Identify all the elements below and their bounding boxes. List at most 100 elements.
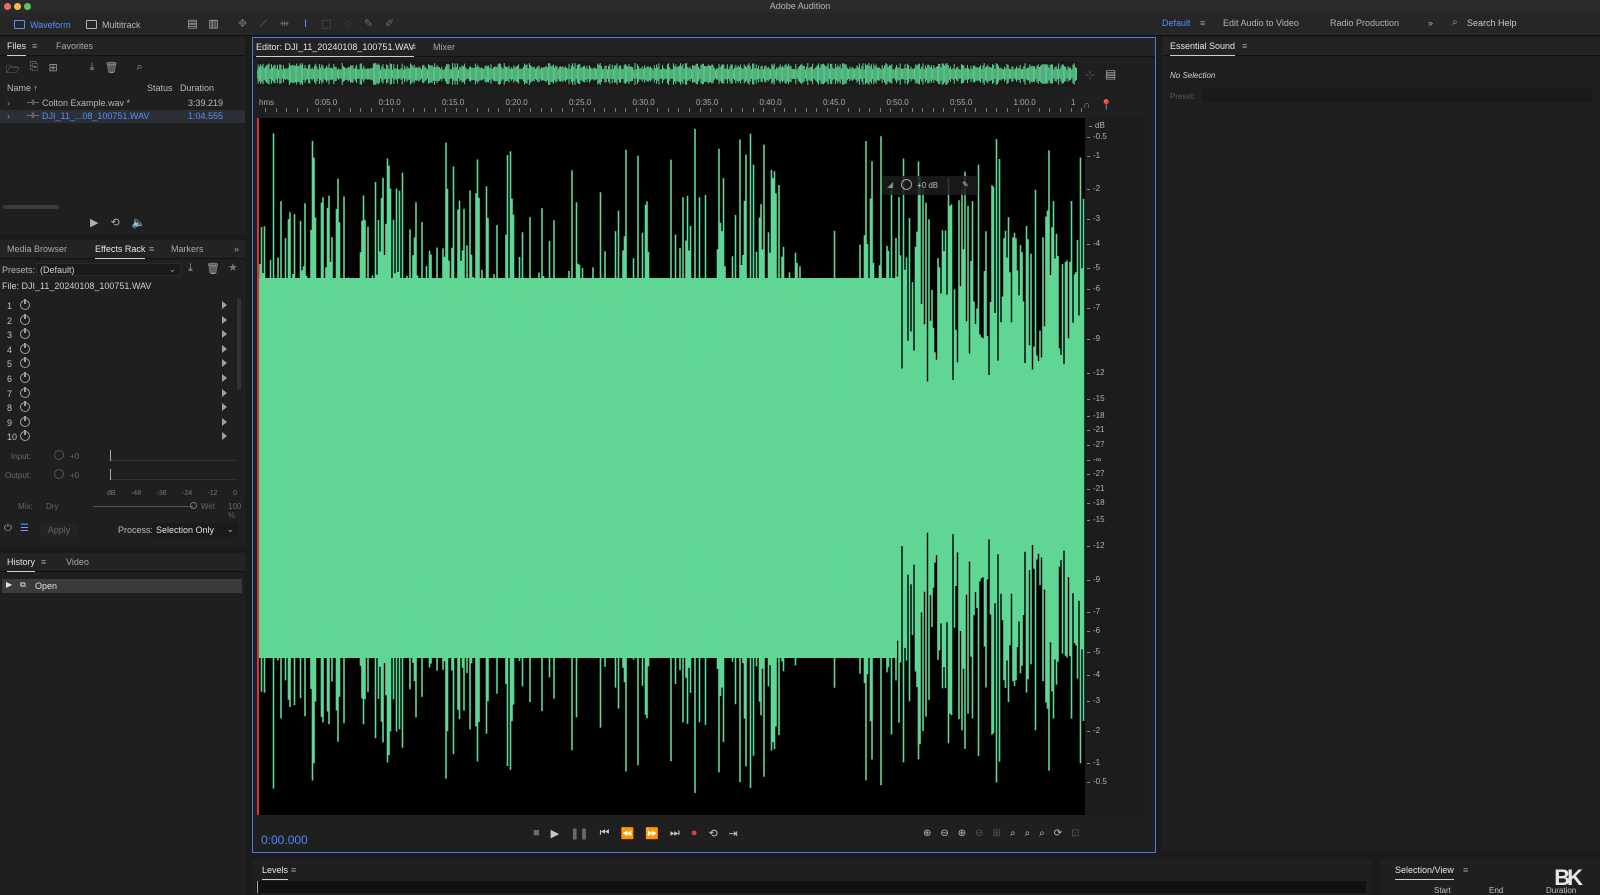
history-item[interactable]: ▶ ⧉ Open xyxy=(2,579,242,593)
zoom-in-time-icon[interactable]: ⊕ xyxy=(958,828,966,839)
file-row[interactable]: › ⊣⊢ Colton Example.wav * 3:39.219 xyxy=(0,97,245,110)
playhead[interactable] xyxy=(257,118,259,815)
time-selection-tool-icon[interactable]: I xyxy=(299,18,312,31)
overview-menu-icon[interactable]: ▤ xyxy=(1105,67,1116,81)
tab-mixer[interactable]: Mixer xyxy=(433,42,455,52)
history-menu-icon[interactable]: ≡ xyxy=(41,557,46,567)
effect-menu-arrow-icon[interactable] xyxy=(222,388,227,397)
list-icon[interactable]: ☰ xyxy=(20,523,29,534)
marker-pin-icon[interactable]: 📍 xyxy=(1100,100,1112,111)
editor-menu-icon[interactable]: ≡ xyxy=(411,42,416,52)
tab-editor[interactable]: Editor: DJI_11_20240108_100751.WAV xyxy=(256,42,415,57)
effect-menu-arrow-icon[interactable] xyxy=(222,374,227,382)
pitch-display-icon[interactable]: ▥ xyxy=(207,18,220,31)
marquee-tool-icon[interactable]: ⬚ xyxy=(320,18,333,31)
workspace-menu-icon[interactable]: ≡ xyxy=(1200,18,1205,28)
tab-media-browser[interactable]: Media Browser xyxy=(7,244,67,254)
column-status[interactable]: Status xyxy=(147,83,173,93)
volume-knob[interactable] xyxy=(901,179,912,190)
spectral-display-icon[interactable]: ▤ xyxy=(186,18,199,31)
effect-slot[interactable]: 8 xyxy=(0,401,235,415)
process-dropdown[interactable]: Selection Only ⌄ xyxy=(152,523,238,537)
pin-icon[interactable]: ✎ xyxy=(962,180,969,189)
skip-to-start-icon[interactable]: ⏮ xyxy=(600,827,610,840)
hud-volume-control[interactable]: ◢ +0 dB ✎ xyxy=(882,176,978,195)
zoom-out-point-icon[interactable]: ⌕ xyxy=(1025,828,1031,839)
brush-tool-icon[interactable]: ✎ xyxy=(362,18,375,31)
preview-loop-icon[interactable]: ⟲ xyxy=(110,216,119,229)
preset-dropdown[interactable] xyxy=(1202,89,1592,102)
lasso-tool-icon[interactable]: ◌ xyxy=(341,18,354,31)
move-tool-icon[interactable]: ✥ xyxy=(236,18,249,31)
power-icon[interactable] xyxy=(20,386,30,398)
tab-files[interactable]: Files xyxy=(7,41,27,56)
more-panels-icon[interactable]: » xyxy=(234,244,239,254)
power-icon[interactable] xyxy=(20,357,30,369)
expand-arrow-icon[interactable]: › xyxy=(7,98,10,108)
mix-slider-handle[interactable] xyxy=(190,502,197,509)
effects-rack-menu-icon[interactable]: ≡ xyxy=(149,244,154,254)
effect-menu-arrow-icon[interactable] xyxy=(222,344,227,353)
multitrack-mode-button[interactable]: Multitrack xyxy=(80,17,147,32)
workspace-radio-production[interactable]: Radio Production xyxy=(1330,18,1399,28)
reset-zoom-icon[interactable]: ⟳ xyxy=(1054,828,1062,839)
zoom-in-amplitude-icon[interactable]: ⊕ xyxy=(923,828,931,839)
apply-button[interactable]: Apply xyxy=(40,523,78,537)
zoom-in-point-icon[interactable]: ⌕ xyxy=(1010,828,1016,839)
power-icon[interactable] xyxy=(20,328,30,340)
more-workspaces-icon[interactable]: » xyxy=(1428,18,1433,28)
power-icon[interactable]: ⏻ xyxy=(4,523,12,534)
expand-arrow-icon[interactable]: › xyxy=(7,111,10,121)
column-duration[interactable]: Duration xyxy=(180,83,214,93)
column-name[interactable]: Name ↑ xyxy=(7,83,38,93)
effect-slot[interactable]: 10 xyxy=(0,430,235,444)
effect-menu-arrow-icon[interactable] xyxy=(222,359,227,368)
workspace-edit-audio-to-video[interactable]: Edit Audio to Video xyxy=(1223,18,1299,28)
effects-vertical-scrollbar[interactable] xyxy=(237,298,241,390)
stop-icon[interactable]: ■ xyxy=(533,827,540,840)
effect-slot[interactable]: 7 xyxy=(0,386,235,401)
effect-menu-arrow-icon[interactable] xyxy=(222,403,227,412)
levels-menu-icon[interactable]: ≡ xyxy=(291,865,296,875)
delete-file-icon[interactable]: 🗑 xyxy=(105,61,119,75)
tab-history[interactable]: History xyxy=(7,557,36,572)
power-icon[interactable] xyxy=(20,372,30,383)
zoom-full-icon[interactable]: ⊡ xyxy=(1071,828,1079,839)
power-icon[interactable] xyxy=(20,401,30,413)
rewind-icon[interactable]: ⏪ xyxy=(620,827,634,840)
tab-levels[interactable]: Levels xyxy=(262,865,289,880)
effect-slot[interactable]: 4 xyxy=(0,342,235,357)
effect-menu-arrow-icon[interactable] xyxy=(222,315,227,324)
effect-slot[interactable]: 1 xyxy=(0,299,235,313)
slip-tool-icon[interactable]: ⇹ xyxy=(278,18,291,31)
current-time-display[interactable]: 0:00.000 xyxy=(261,833,308,847)
waveform-display[interactable] xyxy=(257,118,1085,815)
new-file-icon[interactable]: ⊞ xyxy=(48,61,57,75)
tab-selection-view[interactable]: Selection/View xyxy=(1395,865,1454,880)
power-icon[interactable] xyxy=(20,313,30,325)
delete-preset-icon[interactable]: 🗑 xyxy=(206,262,220,275)
effect-slot[interactable]: 5 xyxy=(0,357,235,371)
overview-navigator[interactable] xyxy=(256,61,1078,87)
tab-effects-rack[interactable]: Effects Rack xyxy=(95,244,146,259)
waveform-mode-button[interactable]: Waveform xyxy=(8,17,77,32)
effect-menu-arrow-icon[interactable] xyxy=(222,432,227,441)
power-icon[interactable] xyxy=(20,342,30,354)
record-icon[interactable]: ● xyxy=(691,827,698,840)
effect-menu-arrow-icon[interactable] xyxy=(222,301,227,309)
fast-forward-icon[interactable]: ⏩ xyxy=(645,827,659,840)
effect-menu-arrow-icon[interactable] xyxy=(222,417,227,426)
save-preset-icon[interactable]: ⤓ xyxy=(188,262,193,275)
power-icon[interactable] xyxy=(20,299,30,310)
files-horizontal-scrollbar[interactable] xyxy=(3,205,59,209)
input-knob[interactable] xyxy=(54,450,64,460)
zoom-out-time-icon[interactable]: ⊖ xyxy=(975,828,983,839)
power-icon[interactable] xyxy=(20,430,30,442)
zoom-to-selection-icon[interactable]: ⌕ xyxy=(1039,828,1045,839)
effect-menu-arrow-icon[interactable] xyxy=(222,330,227,339)
timeline-ruler[interactable]: hms 0:05.0 0:10.0 0:15.0 0:20.0 0:25.0 0:30.0… xyxy=(257,94,1085,112)
effect-slot[interactable]: 6 xyxy=(0,372,235,386)
favorite-star-icon[interactable]: ★ xyxy=(228,261,238,274)
workspace-default[interactable]: Default xyxy=(1162,18,1191,28)
skip-selected-icon[interactable]: ⇥ xyxy=(729,827,738,840)
